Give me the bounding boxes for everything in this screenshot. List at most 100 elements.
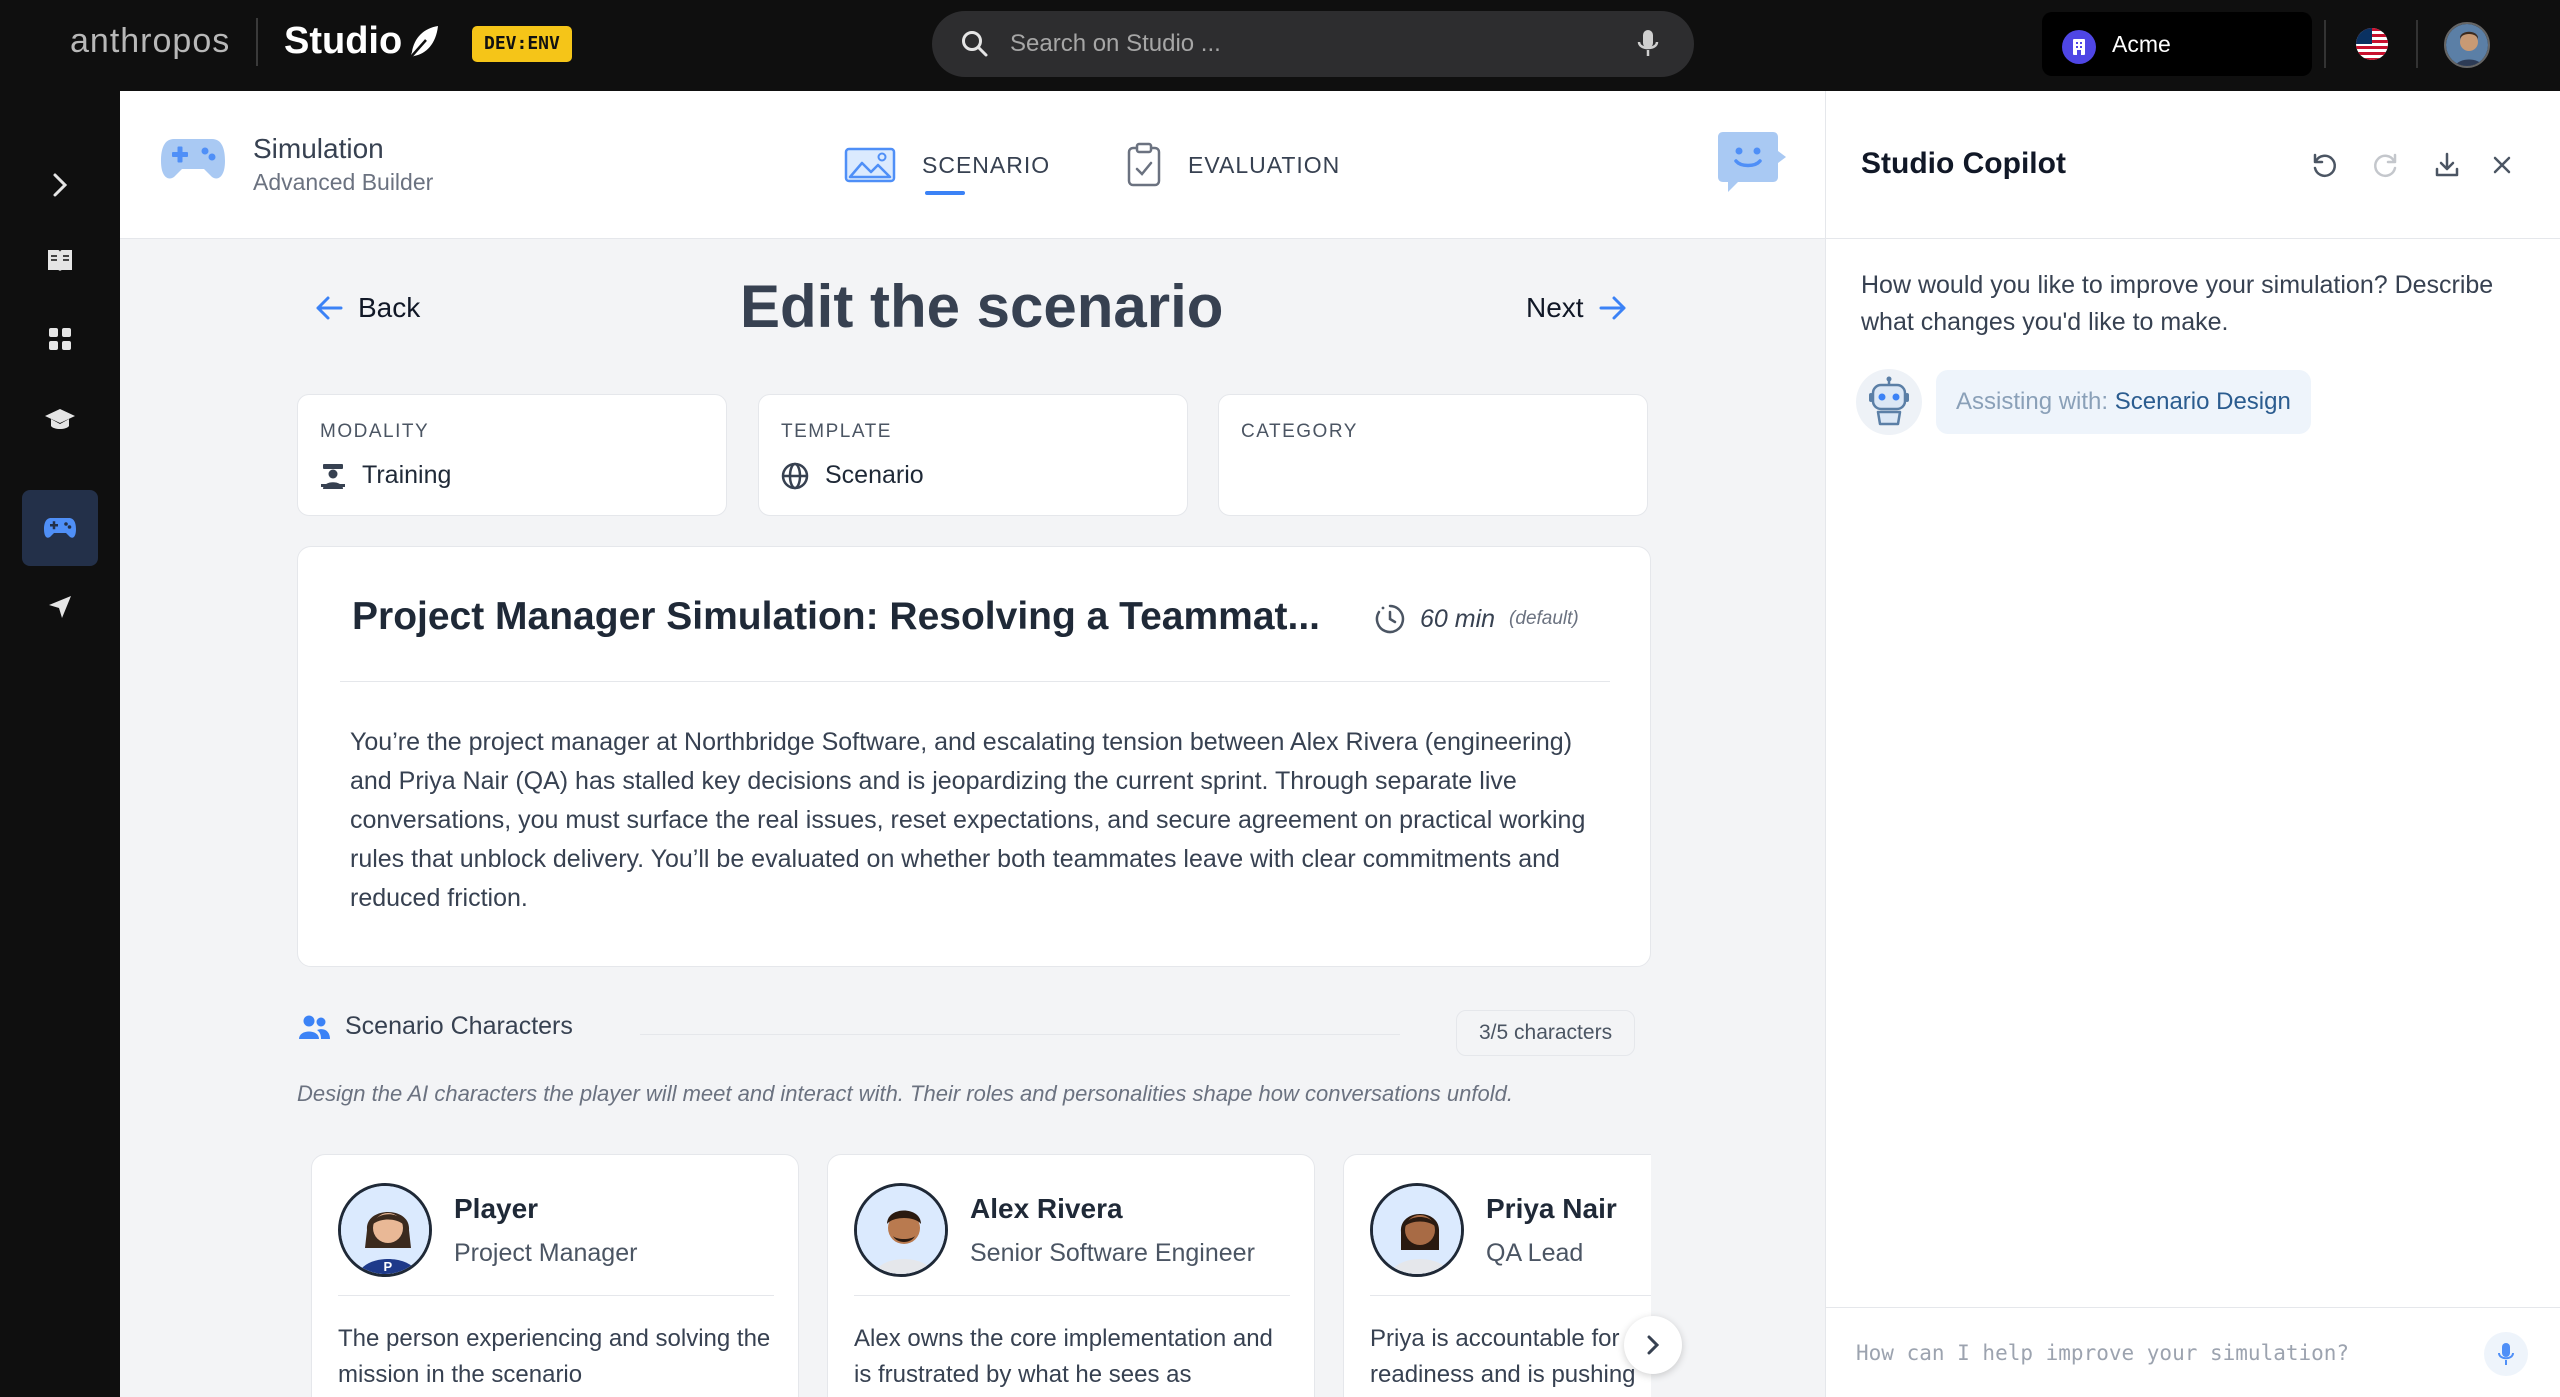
modality-value: Training xyxy=(320,461,451,490)
simulation-subtitle: Advanced Builder xyxy=(253,169,434,195)
modality-card[interactable]: MODALITY Training xyxy=(297,394,727,516)
chevron-right-icon xyxy=(1647,1335,1660,1355)
send-icon xyxy=(49,596,71,618)
app-name: Studio xyxy=(284,20,403,62)
characters-subtitle: Design the AI characters the player will… xyxy=(297,1081,1513,1106)
gamepad-icon xyxy=(161,139,225,179)
assisting-chip: Assisting with: Scenario Design xyxy=(1936,370,2311,434)
character-count-badge: 3/5 characters xyxy=(1456,1010,1636,1056)
landscape-image-icon xyxy=(844,147,896,183)
us-flag-icon[interactable] xyxy=(2356,28,2388,60)
next-button[interactable]: Next xyxy=(1526,292,1628,324)
graduation-cap-icon xyxy=(45,409,75,429)
copilot-mic-button[interactable] xyxy=(2484,1332,2528,1376)
character-role: Senior Software Engineer xyxy=(970,1239,1255,1267)
simulation-title: Simulation xyxy=(253,133,384,164)
divider xyxy=(640,1034,1400,1035)
character-card[interactable]: Priya Nair QA Lead Priya is accountable … xyxy=(1343,1154,1651,1397)
divider xyxy=(338,1295,774,1296)
undo-button[interactable] xyxy=(2308,149,2340,181)
template-card[interactable]: TEMPLATE Scenario xyxy=(758,394,1188,516)
category-card[interactable]: CATEGORY xyxy=(1218,394,1648,516)
character-description: The person experiencing and solving the … xyxy=(338,1325,771,1388)
next-label: Next xyxy=(1526,292,1584,323)
search-input[interactable] xyxy=(1010,21,1570,67)
character-name: Alex Rivera xyxy=(970,1193,1123,1224)
rail-simulations[interactable] xyxy=(22,490,98,566)
character-card[interactable]: Alex Rivera Senior Software Engineer Ale… xyxy=(827,1154,1315,1397)
duration-note: (default) xyxy=(1509,608,1579,629)
expand-chevron-icon xyxy=(53,173,68,197)
character-avatar: P xyxy=(338,1183,432,1277)
tab-evaluation[interactable]: EVALUATION xyxy=(1126,135,1340,195)
character-description: Alex owns the core implementation and is… xyxy=(854,1325,1273,1388)
tab-scenario-label: SCENARIO xyxy=(922,151,1051,178)
active-tab-indicator xyxy=(925,191,965,195)
divider xyxy=(1370,1295,1651,1296)
back-button[interactable]: Back xyxy=(314,292,420,324)
template-label: TEMPLATE xyxy=(781,421,892,442)
env-badge: DEV:ENV xyxy=(472,26,572,62)
scenario-description-card: Project Manager Simulation: Resolving a … xyxy=(297,546,1651,967)
tab-evaluation-label: EVALUATION xyxy=(1188,151,1341,178)
duration-selector[interactable]: 60 min (default) xyxy=(1374,603,1579,635)
teacher-icon xyxy=(321,463,345,489)
users-icon xyxy=(299,1015,330,1039)
rail-learning[interactable] xyxy=(22,381,98,457)
gamepad-icon xyxy=(44,518,76,538)
character-role: QA Lead xyxy=(1486,1239,1584,1267)
user-avatar[interactable] xyxy=(2444,22,2490,68)
organization-icon xyxy=(2062,30,2096,64)
arrow-left-icon xyxy=(316,296,343,320)
brand-logo[interactable]: anthropos xyxy=(70,22,230,61)
character-avatar xyxy=(854,1183,948,1277)
rail-dashboard[interactable] xyxy=(22,301,98,377)
copilot-message: How would you like to improve your simul… xyxy=(1861,271,2494,336)
assisting-value: Scenario Design xyxy=(2114,388,2291,415)
tab-scenario[interactable]: SCENARIO xyxy=(844,135,1050,195)
character-card[interactable]: P Player Project Manager The person expe… xyxy=(311,1154,799,1397)
modality-label: MODALITY xyxy=(320,421,430,442)
assisting-label: Assisting with: xyxy=(1956,388,2109,415)
page-title: Edit the scenario xyxy=(740,273,1224,340)
divider xyxy=(340,681,1610,682)
rail-expand[interactable] xyxy=(22,147,98,223)
redo-button[interactable] xyxy=(2370,149,2402,181)
divider xyxy=(854,1295,1290,1296)
feather-icon xyxy=(409,26,438,59)
rail-library[interactable] xyxy=(22,222,98,298)
copilot-header: Studio Copilot xyxy=(1826,91,2560,239)
copilot-input[interactable] xyxy=(1856,1330,2456,1376)
undo-icon xyxy=(2313,153,2336,178)
search-bar[interactable] xyxy=(932,11,1694,77)
template-text: Scenario xyxy=(825,461,924,489)
copilot-input-area xyxy=(1826,1307,2560,1397)
close-button[interactable] xyxy=(2486,149,2518,181)
scenario-description[interactable]: You’re the project manager at Northbridg… xyxy=(350,723,1620,918)
brand-divider xyxy=(256,18,258,66)
clipboard-check-icon xyxy=(1127,142,1161,187)
close-icon xyxy=(2493,156,2511,174)
copilot-chat-icon[interactable] xyxy=(1714,131,1800,195)
org-switcher[interactable]: Acme xyxy=(2042,12,2312,76)
download-button[interactable] xyxy=(2431,149,2463,181)
copilot-title: Studio Copilot xyxy=(1861,147,2066,180)
left-rail xyxy=(0,91,120,1397)
org-name: Acme xyxy=(2112,31,2171,57)
book-icon xyxy=(48,250,72,271)
arrow-right-icon xyxy=(1599,296,1626,320)
topbar-divider xyxy=(2324,20,2326,68)
download-icon xyxy=(2435,152,2459,177)
carousel-next-button[interactable] xyxy=(1624,1316,1682,1374)
search-icon xyxy=(962,31,988,57)
scenario-title[interactable]: Project Manager Simulation: Resolving a … xyxy=(352,595,1320,639)
characters-heading-label: Scenario Characters xyxy=(345,1012,573,1040)
character-role: Project Manager xyxy=(454,1239,638,1267)
characters-carousel: P Player Project Manager The person expe… xyxy=(297,1140,1651,1397)
builder-header: Simulation Advanced Builder SCENARIO EVA… xyxy=(120,91,1825,239)
globe-icon xyxy=(781,462,809,489)
rail-publish[interactable] xyxy=(22,569,98,645)
grid-icon xyxy=(49,328,71,350)
svg-text:P: P xyxy=(384,1259,393,1274)
microphone-icon[interactable] xyxy=(1636,28,1660,60)
